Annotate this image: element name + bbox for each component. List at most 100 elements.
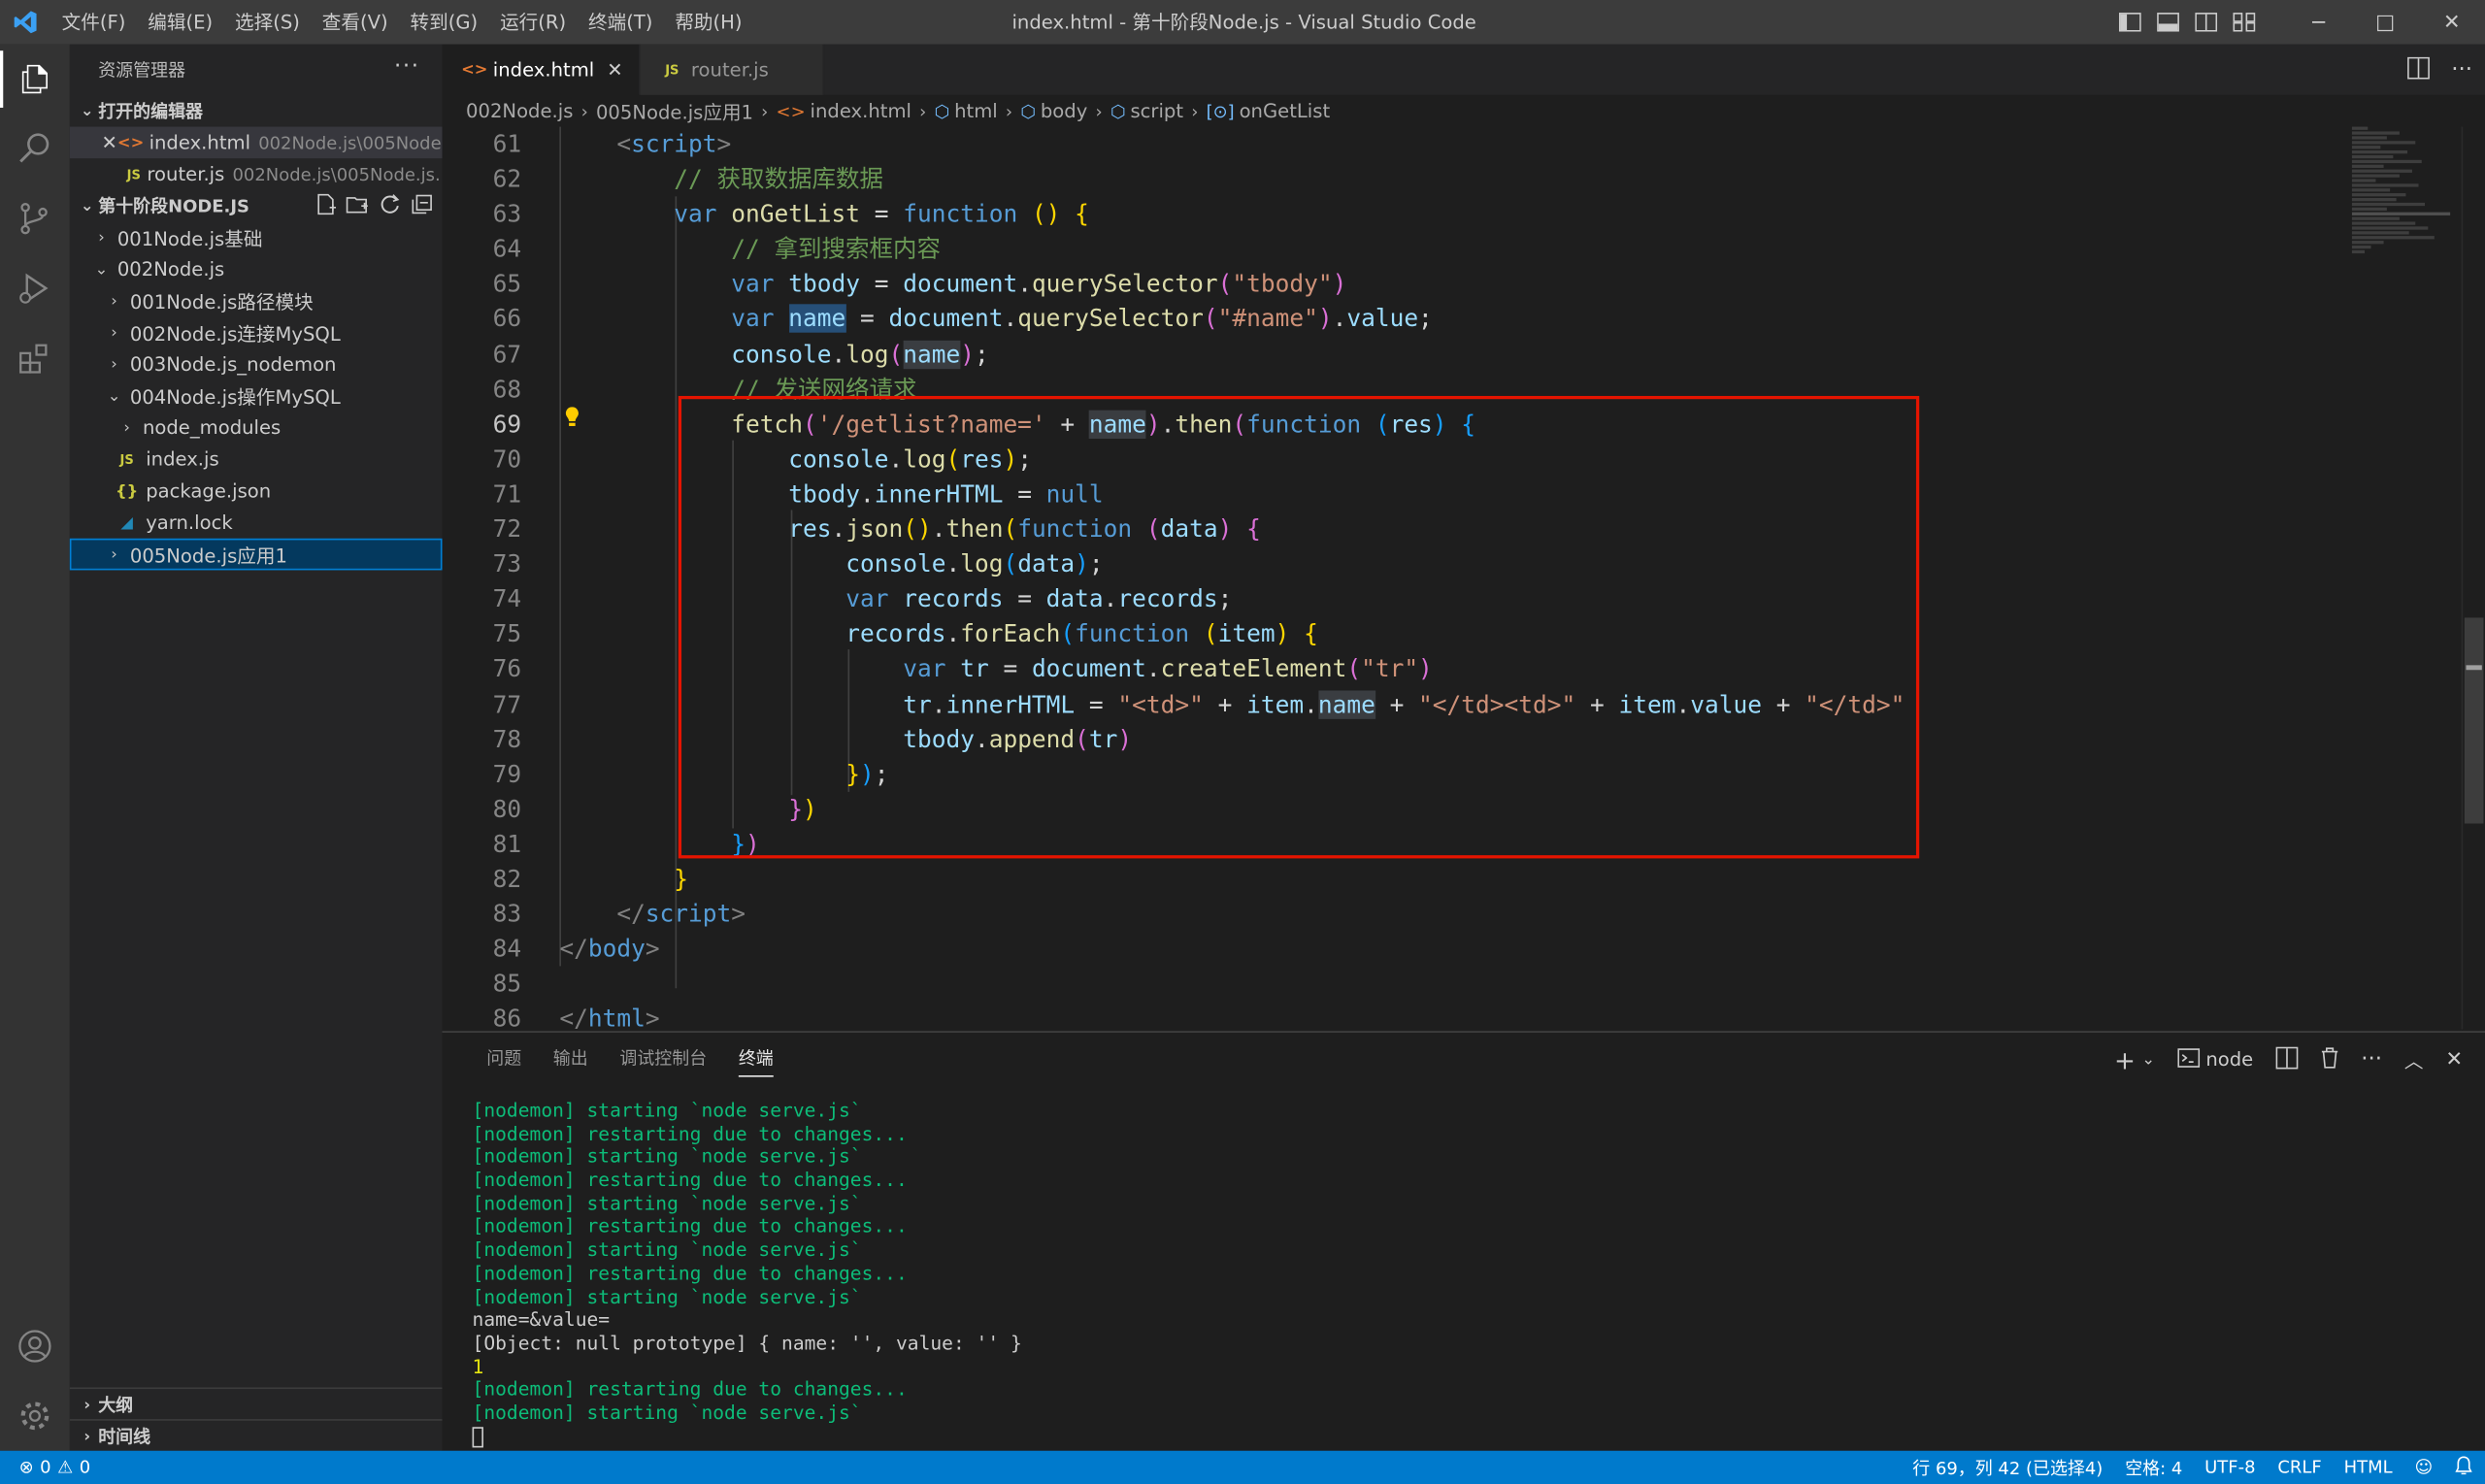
terminal-line: [nodemon] starting `node serve.js` <box>472 1238 862 1262</box>
breadcrumb-item[interactable]: index.html <box>811 100 911 122</box>
code-editor[interactable]: 61 62 63 64 65 66 67 68 69 70 71 72 73 7… <box>443 126 2485 1030</box>
tree-folder-005[interactable]: › 005Node.js应用1 <box>69 538 443 571</box>
terminal-line: name=&value= <box>472 1308 611 1332</box>
bell-icon[interactable] <box>2455 1456 2472 1479</box>
tab-index-html[interactable]: <> index.html ✕ <box>442 44 641 95</box>
collapse-all-icon[interactable] <box>411 193 433 220</box>
tree-folder-002[interactable]: ⌄ 002Node.js <box>70 253 443 285</box>
toggle-secondary-sidebar-icon[interactable] <box>2187 0 2225 45</box>
outline-header[interactable]: › 大纲 <box>70 1389 443 1421</box>
terminal-line: [nodemon] restarting due to changes... <box>472 1122 908 1145</box>
chevron-down-icon: ⌄ <box>94 260 109 279</box>
tab-debug-console[interactable]: 调试控制台 <box>604 1033 722 1086</box>
tree-folder-002-001[interactable]: › 001Node.js路径模块 <box>70 285 443 317</box>
editor-scrollbar[interactable] <box>2461 126 2485 1030</box>
new-folder-icon[interactable] <box>346 193 369 220</box>
breadcrumb-item[interactable]: onGetList <box>1240 100 1331 122</box>
breadcrumb-item[interactable]: 002Node.js <box>466 100 573 122</box>
new-terminal-icon[interactable]: + <box>2114 1044 2136 1074</box>
tree-folder-node-modules[interactable]: › node_modules <box>70 412 443 444</box>
error-icon[interactable]: ⊗ <box>19 1457 34 1477</box>
tab-output[interactable]: 输出 <box>537 1033 604 1086</box>
workspace-header[interactable]: ⌄ 第十阶段NODE.JS <box>70 190 443 222</box>
feedback-icon[interactable]: ☺ <box>2414 1457 2433 1477</box>
maximize-button[interactable]: □ <box>2352 0 2419 45</box>
timeline-section: › 时间线 <box>69 1419 443 1453</box>
more-actions-icon[interactable]: ··· <box>394 53 420 79</box>
maximize-panel-icon[interactable]: ︿ <box>2404 1046 2424 1073</box>
terminal-line: [Object: null prototype] { name: '', val… <box>472 1332 1022 1354</box>
tree-folder-002-003[interactable]: › 003Node.js_nodemon <box>70 348 443 380</box>
tab-router-js[interactable]: JS router.js <box>640 44 824 95</box>
status-bar: ⊗ 0 ⚠ 0 行 69，列 42 (已选择4) 空格: 4 UTF-8 CRL… <box>0 1450 2485 1484</box>
menu-go[interactable]: 转到(G) <box>399 0 489 45</box>
minimap[interactable] <box>2351 126 2463 317</box>
close-tab-icon[interactable]: ✕ <box>607 58 622 81</box>
terminal-output[interactable]: [nodemon] starting `node serve.js` [nodem… <box>472 1099 1022 1448</box>
menu-view[interactable]: 查看(V) <box>311 0 399 45</box>
refresh-icon[interactable] <box>379 193 401 220</box>
open-editors-header[interactable]: ⌄ 打开的编辑器 <box>70 95 443 127</box>
breadcrumb-item[interactable]: body <box>1041 100 1087 122</box>
chevron-right-icon: › <box>123 418 130 437</box>
chevron-down-icon[interactable]: ⌄ <box>2141 1051 2155 1069</box>
tab-terminal[interactable]: 终端 <box>723 1033 790 1086</box>
tree-file-package-json[interactable]: {} package.json <box>70 476 443 508</box>
toggle-panel-icon[interactable] <box>2149 0 2187 45</box>
breadcrumb-item[interactable]: script <box>1130 100 1183 122</box>
close-icon[interactable]: ✕ <box>101 131 116 153</box>
breadcrumb-item[interactable]: html <box>954 100 998 122</box>
toggle-sidebar-icon[interactable] <box>2111 0 2149 45</box>
breadcrumb-item[interactable]: 005Node.js应用1 <box>596 97 753 124</box>
search-icon[interactable] <box>0 114 70 183</box>
terminal-name[interactable]: node <box>2205 1048 2253 1071</box>
language-mode[interactable]: HTML <box>2344 1457 2393 1477</box>
warning-icon[interactable]: ⚠ <box>57 1457 73 1477</box>
more-actions-icon[interactable]: ··· <box>2361 1047 2382 1072</box>
close-window-button[interactable]: ✕ <box>2419 0 2485 45</box>
scrollbar-thumb[interactable] <box>2464 617 2484 824</box>
menu-help[interactable]: 帮助(H) <box>664 0 753 45</box>
tree-folder-002-004[interactable]: ⌄ 004Node.js操作MySQL <box>70 380 443 412</box>
split-editor-icon[interactable] <box>2406 54 2430 84</box>
more-actions-icon[interactable]: ··· <box>2451 57 2472 82</box>
line-ending[interactable]: CRLF <box>2277 1457 2321 1477</box>
tree-file-index-js[interactable]: JS index.js <box>70 444 443 476</box>
error-count[interactable]: 0 <box>40 1457 50 1477</box>
extensions-icon[interactable] <box>0 323 70 393</box>
source-control-icon[interactable] <box>0 183 70 253</box>
settings-gear-icon[interactable] <box>0 1381 70 1451</box>
menu-run[interactable]: 运行(R) <box>489 0 578 45</box>
line-number: 82 <box>492 864 522 894</box>
terminal-line: [nodemon] restarting due to changes... <box>472 1215 908 1238</box>
cursor-position[interactable]: 行 69，列 42 (已选择4) <box>1912 1455 2103 1480</box>
html-file-icon: <> <box>776 100 806 121</box>
indentation[interactable]: 空格: 4 <box>2125 1455 2182 1480</box>
terminal-prompt[interactable] <box>472 1425 1022 1448</box>
chevron-right-icon: › <box>98 228 105 247</box>
menu-terminal[interactable]: 终端(T) <box>578 0 664 45</box>
menu-edit[interactable]: 编辑(E) <box>137 0 224 45</box>
split-terminal-icon[interactable] <box>2275 1045 2298 1073</box>
close-panel-icon[interactable]: ✕ <box>2445 1047 2463 1071</box>
trash-icon[interactable] <box>2320 1046 2339 1073</box>
files-icon[interactable] <box>0 45 70 115</box>
tree-file-yarn-lock[interactable]: ◢ yarn.lock <box>70 507 443 539</box>
warning-count[interactable]: 0 <box>80 1457 90 1477</box>
menu-selection[interactable]: 选择(S) <box>224 0 312 45</box>
code-line: </body> <box>559 935 660 964</box>
run-debug-icon[interactable] <box>0 253 70 323</box>
menu-file[interactable]: 文件(F) <box>50 0 137 45</box>
customize-layout-icon[interactable] <box>2225 0 2263 45</box>
open-editor-index-html[interactable]: ✕ <> index.html 002Node.js\005Node.j... <box>69 126 443 159</box>
tree-folder-002-002[interactable]: › 002Node.js连接MySQL <box>70 316 443 348</box>
encoding[interactable]: UTF-8 <box>2204 1457 2255 1477</box>
new-file-icon[interactable] <box>314 193 337 220</box>
account-icon[interactable] <box>0 1311 70 1381</box>
line-number: 83 <box>492 899 522 929</box>
open-editor-router-js[interactable]: JS router.js 002Node.js\005Node.js... <box>70 158 443 190</box>
tab-problems[interactable]: 问题 <box>471 1033 538 1086</box>
tree-folder-001[interactable]: › 001Node.js基础 <box>70 221 443 253</box>
minimize-button[interactable]: − <box>2285 0 2352 45</box>
timeline-header[interactable]: › 时间线 <box>70 1421 443 1453</box>
